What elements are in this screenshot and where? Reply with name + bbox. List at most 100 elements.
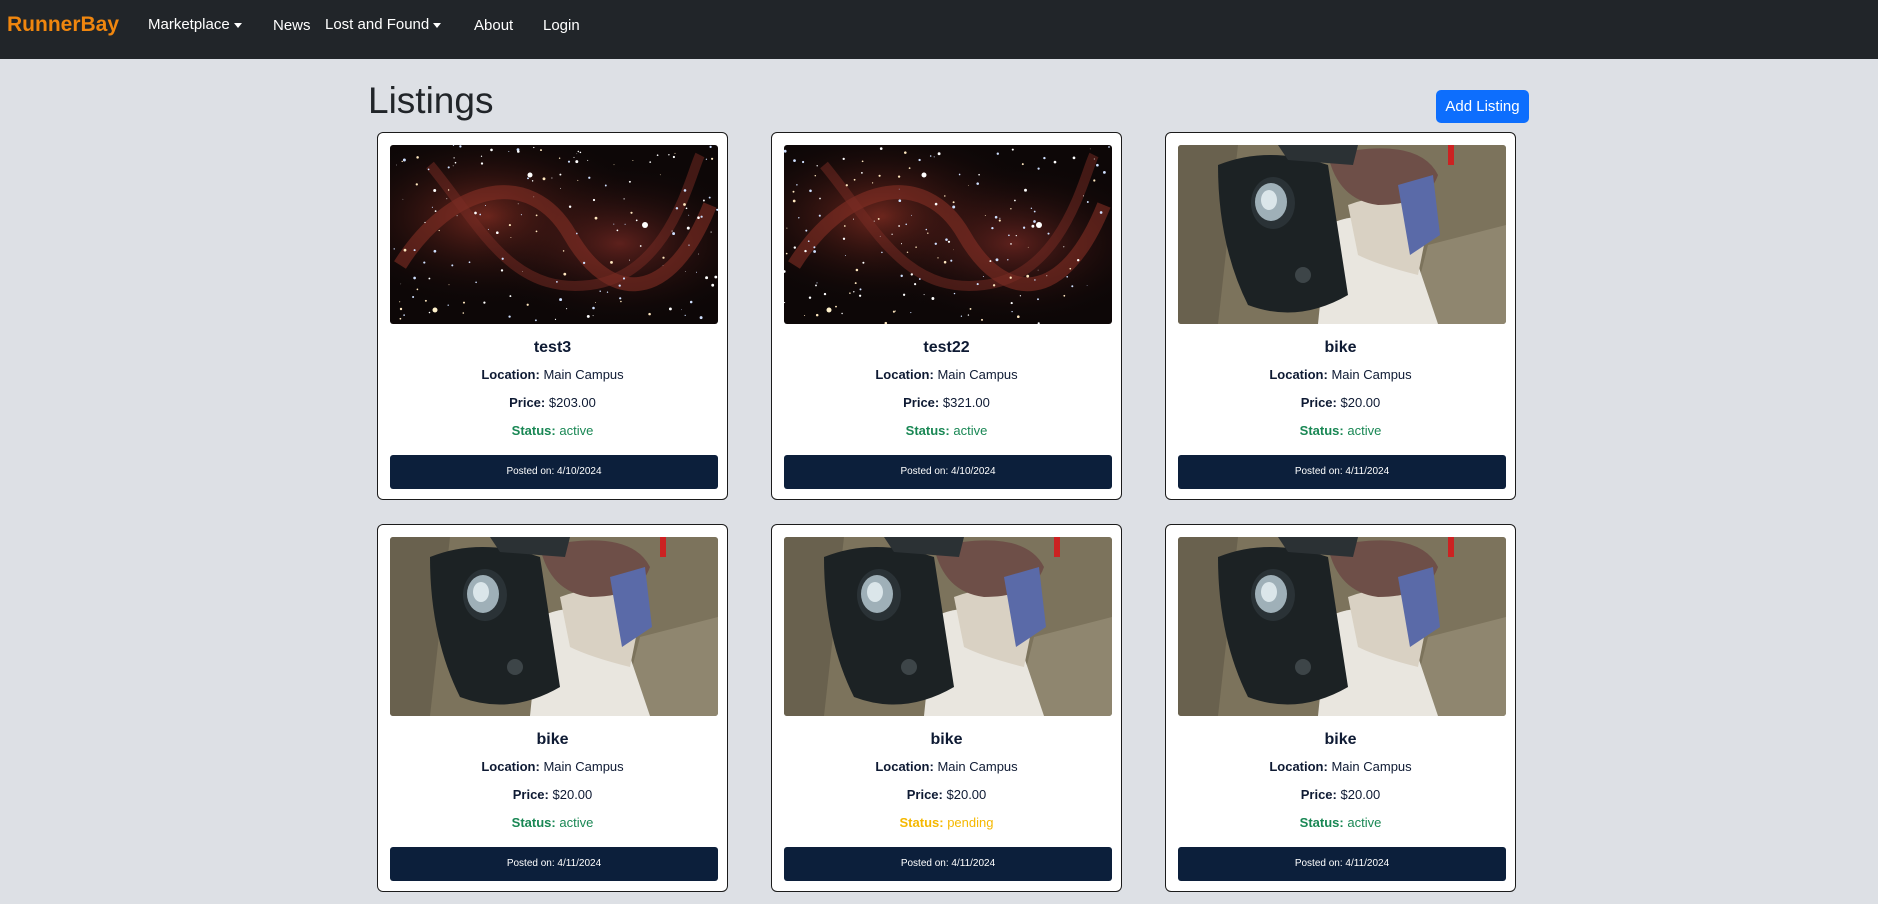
listing-title[interactable]: test22 <box>772 339 1121 357</box>
caret-down-icon <box>433 22 442 28</box>
nav-lost-and-found-dropdown[interactable]: Lost and Found <box>325 16 442 33</box>
nav-about[interactable]: About <box>474 17 513 34</box>
listing-location: Location: Main Campus <box>772 367 1121 382</box>
posted-date: 4/10/2024 <box>557 466 602 477</box>
page-title: Listings <box>368 80 494 121</box>
listing-location: Location: Main Campus <box>772 759 1121 774</box>
top-navbar: RunnerBay Marketplace News Lost and Foun… <box>0 0 1878 59</box>
posted-date: 4/11/2024 <box>1345 466 1390 477</box>
posted-date-bar: Posted on: 4/11/2024 <box>390 847 718 881</box>
posted-date-bar: Posted on: 4/11/2024 <box>1178 847 1506 881</box>
listing-card[interactable]: bike Location: Main Campus Price: $20.00… <box>377 524 728 892</box>
status-label: Status: <box>511 423 556 438</box>
listing-title[interactable]: bike <box>772 731 1121 749</box>
price-value: $20.00 <box>1340 787 1381 802</box>
posted-label: Posted on: <box>506 858 555 869</box>
nav-marketplace-dropdown[interactable]: Marketplace <box>148 16 242 33</box>
brand-logo[interactable]: RunnerBay <box>7 13 119 37</box>
status-label: Status: <box>1299 423 1344 438</box>
listing-status: Status: pending <box>772 815 1121 830</box>
listing-card[interactable]: test22 Location: Main Campus Price: $321… <box>771 132 1122 500</box>
posted-date-bar: Posted on: 4/11/2024 <box>1178 455 1506 489</box>
price-value: $203.00 <box>548 395 596 410</box>
listing-status: Status: active <box>378 423 727 438</box>
price-label: Price: <box>512 787 549 802</box>
status-value: active <box>559 815 594 830</box>
location-value: Main Campus <box>937 367 1018 382</box>
scooter-image[interactable] <box>390 537 718 716</box>
price-label: Price: <box>1300 787 1337 802</box>
listing-status: Status: active <box>772 423 1121 438</box>
status-label: Status: <box>511 815 556 830</box>
listing-title[interactable]: bike <box>1166 339 1515 357</box>
price-label: Price: <box>1300 395 1337 410</box>
price-label: Price: <box>509 395 546 410</box>
posted-label: Posted on: <box>1294 466 1343 477</box>
location-value: Main Campus <box>937 759 1018 774</box>
price-value: $20.00 <box>946 787 987 802</box>
listing-title[interactable]: test3 <box>378 339 727 357</box>
posted-date-bar: Posted on: 4/11/2024 <box>784 847 1112 881</box>
location-value: Main Campus <box>1331 367 1412 382</box>
listing-location: Location: Main Campus <box>1166 367 1515 382</box>
posted-date: 4/10/2024 <box>951 466 996 477</box>
location-label: Location: <box>875 367 934 382</box>
status-label: Status: <box>905 423 950 438</box>
listing-price: Price: $20.00 <box>1166 395 1515 410</box>
location-label: Location: <box>1269 759 1328 774</box>
scooter-image[interactable] <box>784 537 1112 716</box>
price-label: Price: <box>903 395 940 410</box>
listing-location: Location: Main Campus <box>378 759 727 774</box>
posted-date: 4/11/2024 <box>557 858 602 869</box>
listing-card[interactable]: bike Location: Main Campus Price: $20.00… <box>1165 132 1516 500</box>
listing-price: Price: $20.00 <box>378 787 727 802</box>
posted-label: Posted on: <box>900 466 949 477</box>
location-value: Main Campus <box>543 367 624 382</box>
caret-down-icon <box>233 22 242 28</box>
price-value: $20.00 <box>552 787 593 802</box>
listing-location: Location: Main Campus <box>1166 759 1515 774</box>
nav-login[interactable]: Login <box>543 17 580 34</box>
listing-title[interactable]: bike <box>1166 731 1515 749</box>
location-value: Main Campus <box>1331 759 1412 774</box>
posted-date: 4/11/2024 <box>1345 858 1390 869</box>
listing-card[interactable]: bike Location: Main Campus Price: $20.00… <box>1165 524 1516 892</box>
scooter-image[interactable] <box>1178 537 1506 716</box>
posted-label: Posted on: <box>1294 858 1343 869</box>
listing-card[interactable]: test3 Location: Main Campus Price: $203.… <box>377 132 728 500</box>
price-value: $321.00 <box>942 395 990 410</box>
posted-date-bar: Posted on: 4/10/2024 <box>784 455 1112 489</box>
posted-label: Posted on: <box>506 466 555 477</box>
listing-card[interactable]: bike Location: Main Campus Price: $20.00… <box>771 524 1122 892</box>
status-value: active <box>953 423 988 438</box>
location-label: Location: <box>1269 367 1328 382</box>
location-value: Main Campus <box>543 759 624 774</box>
listing-price: Price: $20.00 <box>772 787 1121 802</box>
posted-date: 4/11/2024 <box>951 858 996 869</box>
listing-status: Status: active <box>1166 815 1515 830</box>
status-label: Status: <box>899 815 944 830</box>
location-label: Location: <box>481 367 540 382</box>
status-value: pending <box>947 815 994 830</box>
price-label: Price: <box>906 787 943 802</box>
posted-date-bar: Posted on: 4/10/2024 <box>390 455 718 489</box>
price-value: $20.00 <box>1340 395 1381 410</box>
listing-status: Status: active <box>378 815 727 830</box>
galaxy-image[interactable] <box>784 145 1112 324</box>
galaxy-image[interactable] <box>390 145 718 324</box>
nav-news[interactable]: News <box>273 17 311 34</box>
listing-price: Price: $321.00 <box>772 395 1121 410</box>
status-value: active <box>559 423 594 438</box>
listing-location: Location: Main Campus <box>378 367 727 382</box>
listing-status: Status: active <box>1166 423 1515 438</box>
status-label: Status: <box>1299 815 1344 830</box>
listing-title[interactable]: bike <box>378 731 727 749</box>
scooter-image[interactable] <box>1178 145 1506 324</box>
location-label: Location: <box>875 759 934 774</box>
status-value: active <box>1347 423 1382 438</box>
status-value: active <box>1347 815 1382 830</box>
location-label: Location: <box>481 759 540 774</box>
listing-price: Price: $20.00 <box>1166 787 1515 802</box>
add-listing-button[interactable]: Add Listing <box>1436 90 1529 123</box>
listing-price: Price: $203.00 <box>378 395 727 410</box>
